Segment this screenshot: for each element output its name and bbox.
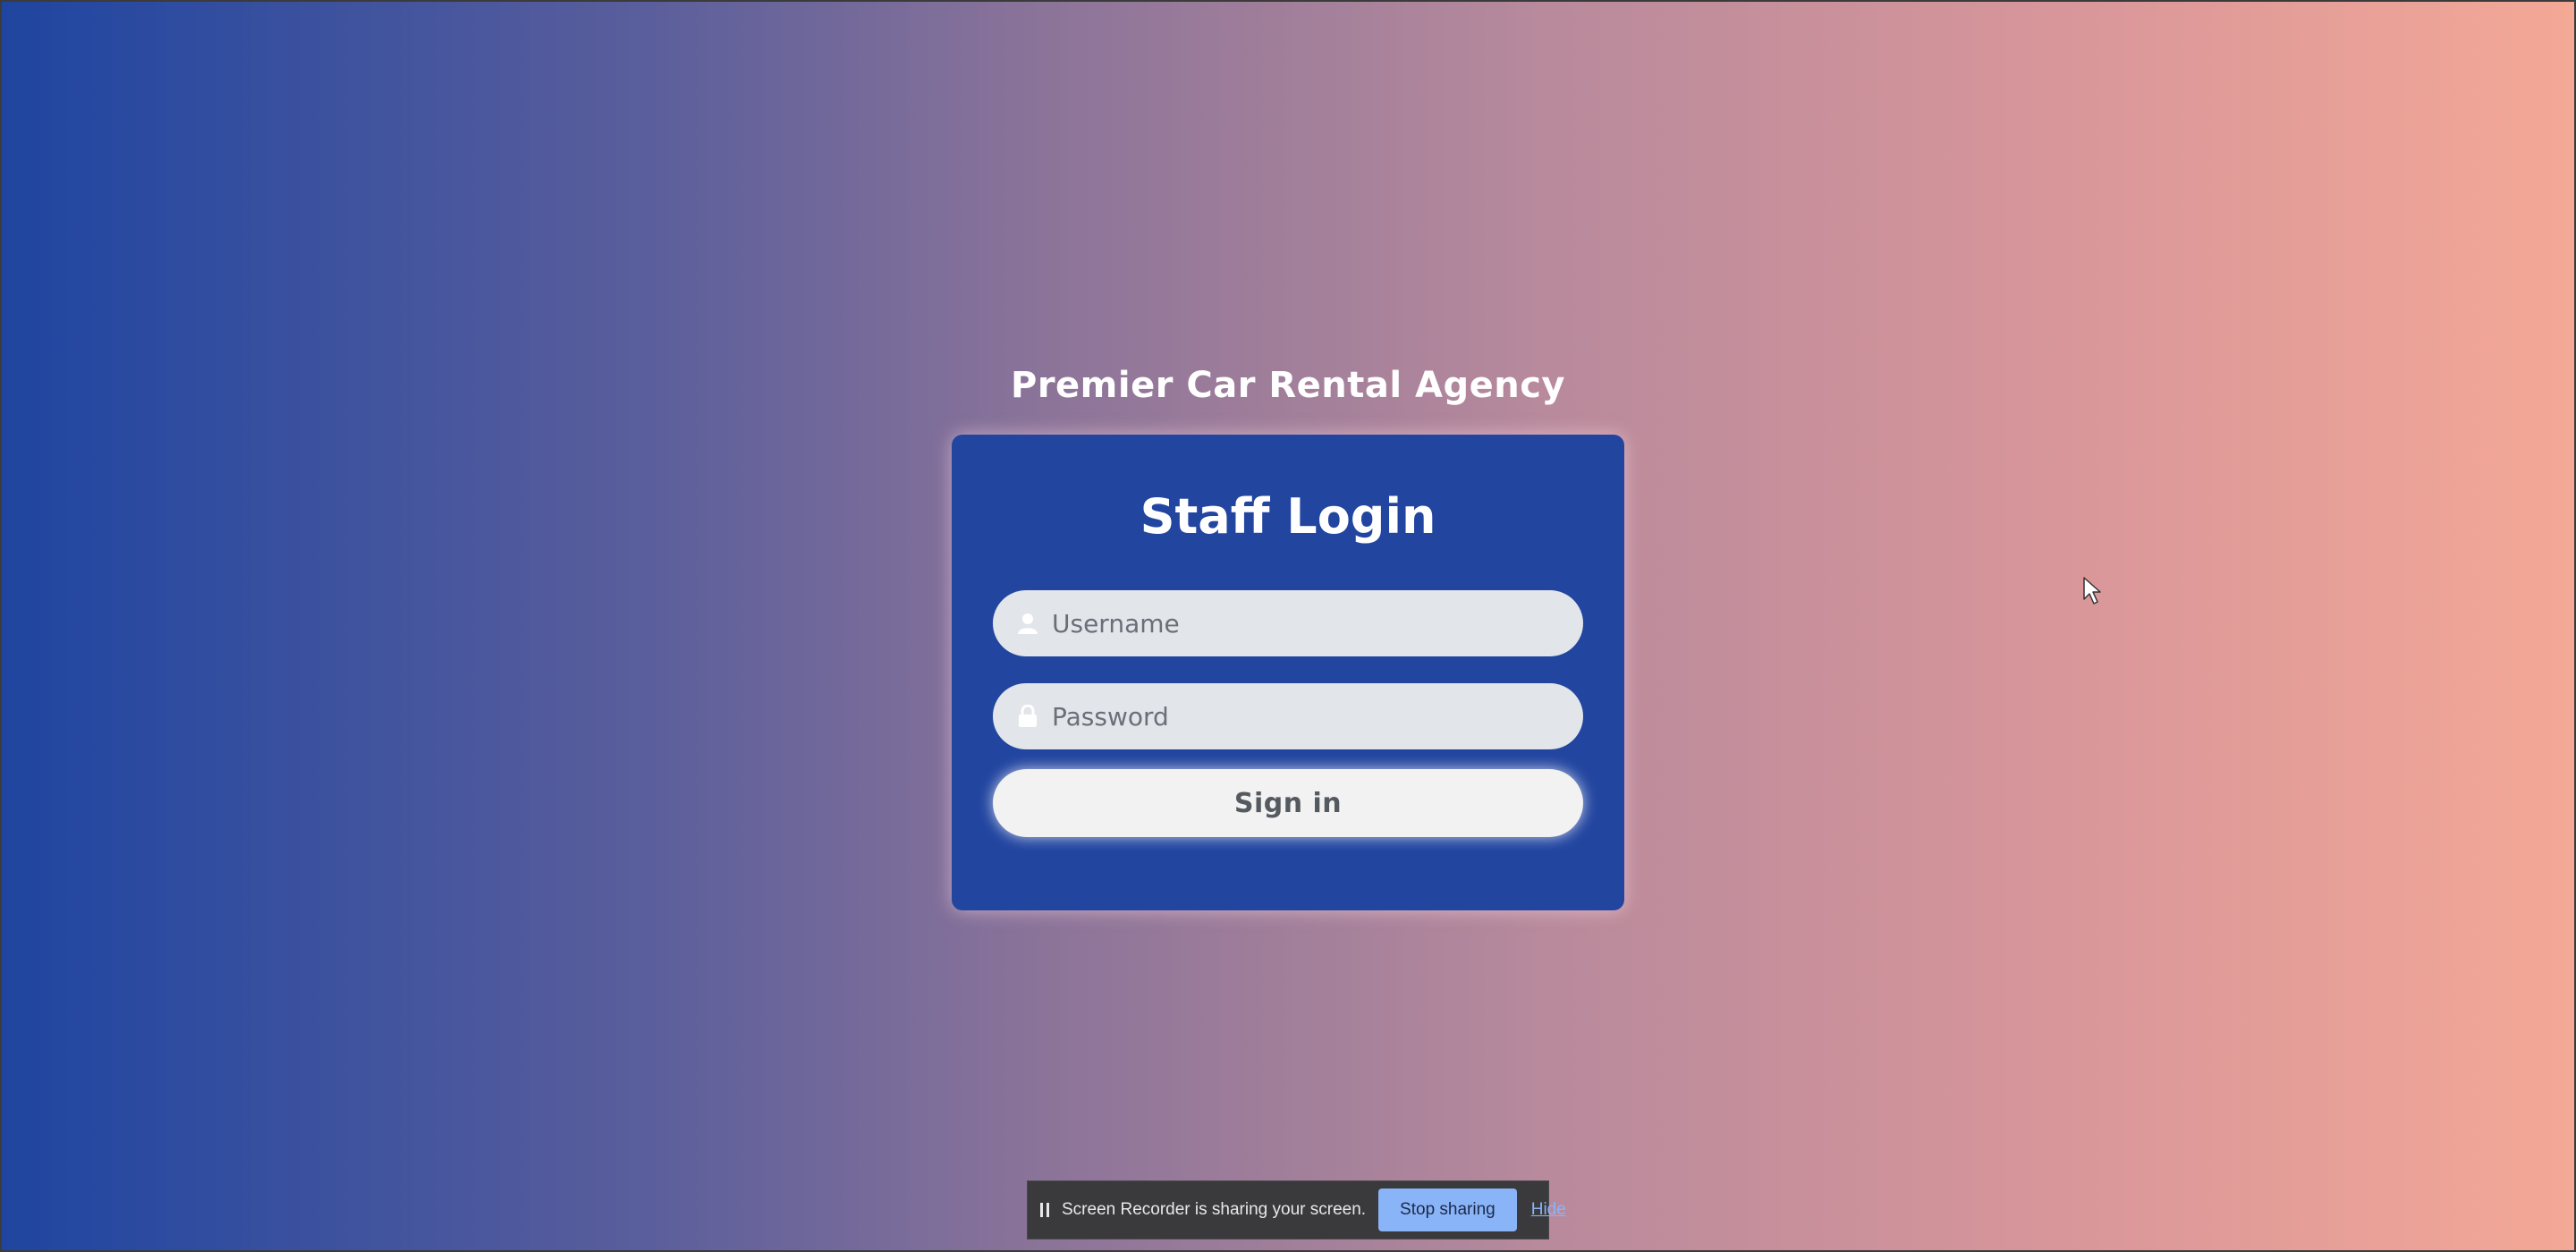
username-field[interactable]: Username bbox=[993, 590, 1583, 656]
login-card: Staff Login Username Password Sign in bbox=[952, 435, 1624, 910]
lock-icon bbox=[1016, 703, 1039, 730]
password-placeholder: Password bbox=[1052, 701, 1169, 732]
login-heading: Staff Login bbox=[1140, 488, 1436, 545]
app-title: Premier Car Rental Agency bbox=[1011, 365, 1565, 406]
mouse-pointer-icon bbox=[2083, 577, 2101, 605]
username-placeholder: Username bbox=[1052, 608, 1180, 639]
screen-share-bar: Screen Recorder is sharing your screen. … bbox=[1027, 1180, 1566, 1239]
stop-sharing-button[interactable]: Stop sharing bbox=[1378, 1189, 1517, 1231]
sign-in-button[interactable]: Sign in bbox=[993, 769, 1583, 837]
hide-link[interactable]: Hide bbox=[1531, 1200, 1566, 1220]
pause-icon bbox=[1040, 1203, 1049, 1217]
password-field[interactable]: Password bbox=[993, 683, 1583, 749]
user-icon bbox=[1016, 610, 1039, 637]
share-message: Screen Recorder is sharing your screen. bbox=[1062, 1200, 1367, 1219]
